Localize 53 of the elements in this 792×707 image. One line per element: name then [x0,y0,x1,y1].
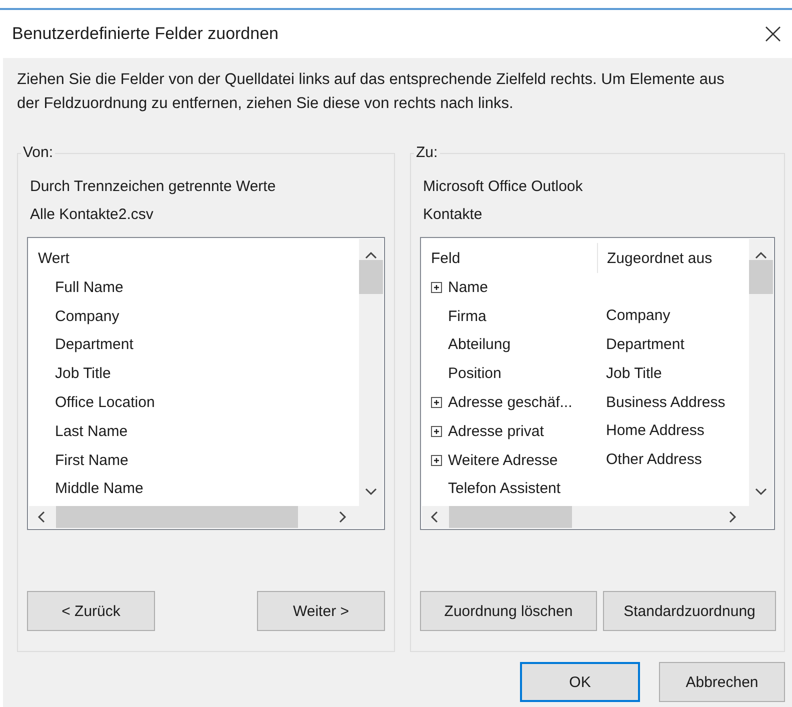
dialog-button[interactable]: Abbrechen [659,662,785,702]
info-text: Kontakte [423,206,482,222]
list-cell: Job Title [606,364,662,382]
expand-icon[interactable] [431,282,442,293]
dialog-button[interactable]: OK [520,662,640,702]
list-item[interactable]: Last Name [55,422,128,440]
scrollbar-thumb[interactable] [749,260,773,294]
list-cell: Company [606,307,670,324]
nav-button[interactable]: Weiter > [257,591,385,631]
scroll-left-icon [37,510,46,524]
list-item[interactable]: Telefon Assistent [448,480,561,498]
list-item[interactable]: Adresse geschäf... [448,394,572,412]
scrollbar-thumb[interactable] [449,506,572,528]
column-header[interactable]: Wert [29,243,359,273]
list-item[interactable]: Weitere Adresse [448,452,558,469]
instruction-text: Ziehen Sie die Felder von der Quelldatei links auf das entsprechende Zielfeld rechts. Um Elemente aus der Feldzuordnung zu entfernen, ziehen Sie diese von rechts nach links. [17,70,726,114]
list-cell: Home Address [606,422,704,440]
action-button[interactable]: Zuordnung löschen [420,591,597,631]
scroll-right-icon [338,510,347,524]
scroll-up-icon [754,251,768,260]
list-item[interactable]: Company [55,308,120,325]
scroll-up-icon [364,251,378,260]
list-cell: Department [606,336,684,353]
list-item[interactable]: Firma [448,308,486,325]
list-item[interactable]: First Name [55,452,128,469]
list-item[interactable]: Office Location [55,394,155,412]
list-cell: Other Address [606,451,702,468]
list-item[interactable]: Middle Name [55,480,144,498]
expand-icon[interactable] [431,397,442,408]
list-item[interactable]: Name [448,278,488,296]
list-item[interactable]: Job Title [55,365,111,382]
expand-icon[interactable] [431,426,442,437]
scroll-left-icon [430,510,439,524]
list-item[interactable]: Full Name [55,278,124,296]
list-item[interactable]: Abteilung [448,336,511,354]
scroll-down-icon [754,487,768,496]
nav-button[interactable]: < Zurück [27,591,155,631]
close-icon[interactable] [764,25,782,43]
action-button[interactable]: Standardzuordnung [603,591,776,631]
scrollbar-thumb[interactable] [56,506,298,528]
list-item[interactable]: Adresse privat [448,422,544,440]
list-cell: Business Address [606,394,726,411]
window-title: Benutzerdefinierte Felder zuordnen [12,24,278,44]
scroll-right-icon [728,510,737,524]
scrollbar-thumb[interactable] [359,260,383,294]
list-item[interactable]: Department [55,336,134,354]
info-text: Durch Trennzeichen getrennte Werte [30,178,276,194]
scroll-down-icon [364,487,378,496]
info-text: Alle Kontakte2.csv [30,206,154,222]
expand-icon[interactable] [431,454,442,466]
info-text: Microsoft Office Outlook [423,178,583,194]
column-header[interactable]: Feld [422,243,597,273]
list-item[interactable]: Position [448,365,502,382]
